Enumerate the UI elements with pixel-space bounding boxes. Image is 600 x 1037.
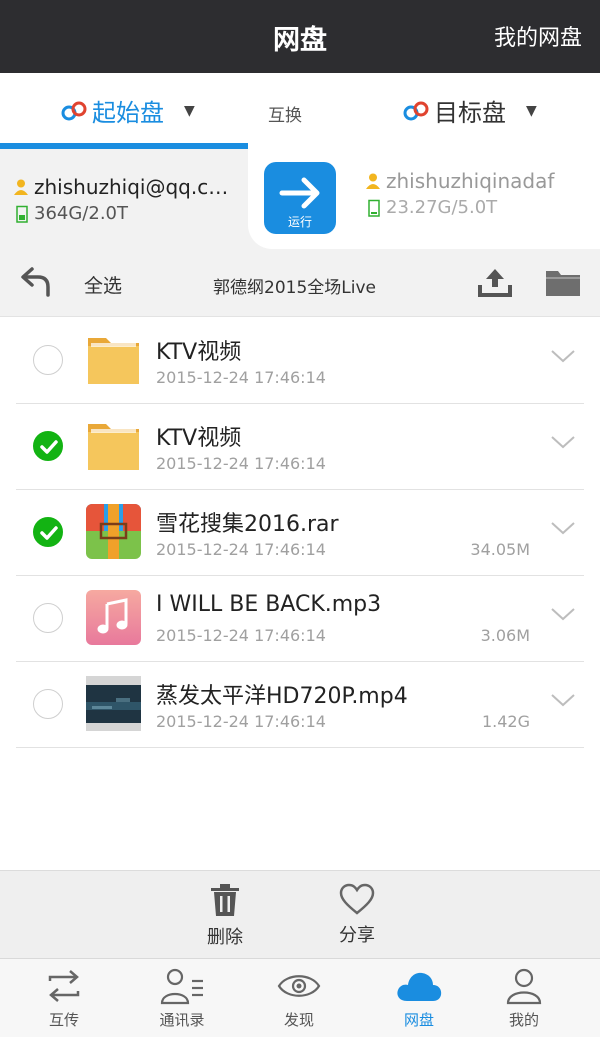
file-date: 2015-12-24 17:46:14 bbox=[156, 712, 326, 731]
checkbox[interactable] bbox=[33, 345, 63, 375]
target-account-name: zhishuzhiqinadaf bbox=[386, 169, 555, 193]
user-icon bbox=[14, 179, 28, 195]
file-list: KTV视频 2015-12-24 17:46:14 KTV视频 2015-12-… bbox=[0, 318, 600, 748]
checkbox-checked[interactable] bbox=[33, 517, 63, 547]
delete-label: 删除 bbox=[207, 927, 243, 948]
file-date: 2015-12-24 17:46:14 bbox=[156, 626, 326, 645]
baidu-cloud-icon bbox=[403, 101, 429, 120]
check-icon bbox=[40, 526, 58, 540]
folder-thumb-icon bbox=[86, 332, 141, 387]
share-label: 分享 bbox=[339, 925, 375, 946]
target-disk-label: 目标盘 bbox=[434, 99, 506, 127]
file-name: KTV视频 bbox=[156, 426, 242, 451]
select-all-button[interactable]: 全选 bbox=[84, 271, 122, 298]
tab-label: 互传 bbox=[48, 1011, 79, 1029]
file-name: 蒸发太平洋HD720P.mp4 bbox=[156, 684, 408, 709]
trash-icon bbox=[211, 884, 239, 916]
source-disk-selector[interactable]: 起始盘 ▼ bbox=[60, 93, 195, 128]
contacts-icon bbox=[160, 968, 203, 1005]
chevron-down-icon[interactable] bbox=[550, 434, 576, 450]
tab-mine[interactable]: 我的 bbox=[484, 967, 564, 1030]
current-folder-path: 郭德纲2015全场Live bbox=[213, 278, 376, 298]
file-row[interactable]: 雪花搜集2016.rar 2015-12-24 17:46:14 34.05M bbox=[16, 490, 584, 576]
file-row[interactable]: I WILL BE BACK.mp3 2015-12-24 17:46:14 3… bbox=[16, 576, 584, 662]
tab-contacts[interactable]: 通讯录 bbox=[142, 967, 222, 1030]
file-size: 34.05M bbox=[470, 540, 530, 559]
arrow-right-icon bbox=[279, 177, 320, 209]
file-size: 3.06M bbox=[480, 626, 530, 645]
tab-bar: 互传 通讯录 发现 网盘 我的 bbox=[0, 958, 600, 1037]
tab-label: 我的 bbox=[508, 1011, 539, 1029]
baidu-cloud-icon bbox=[61, 101, 87, 120]
upload-icon[interactable] bbox=[478, 265, 512, 297]
target-disk-selector[interactable]: 目标盘 ▼ bbox=[402, 93, 537, 128]
chevron-down-icon[interactable] bbox=[550, 606, 576, 622]
caret-down-icon: ▼ bbox=[184, 102, 195, 119]
file-date: 2015-12-24 17:46:14 bbox=[156, 368, 326, 387]
check-icon bbox=[40, 440, 58, 454]
chevron-down-icon[interactable] bbox=[550, 692, 576, 708]
heart-icon bbox=[339, 883, 375, 915]
transfer-icon bbox=[48, 970, 80, 1002]
delete-button[interactable]: 删除 bbox=[195, 883, 255, 949]
source-disk-label: 起始盘 bbox=[92, 99, 164, 127]
cloud-icon bbox=[397, 972, 442, 1001]
swap-button[interactable]: 互换 bbox=[268, 101, 302, 126]
file-name: KTV视频 bbox=[156, 340, 242, 365]
tab-transfer[interactable]: 互传 bbox=[24, 967, 104, 1030]
checkbox[interactable] bbox=[33, 689, 63, 719]
target-capacity: 23.27G/5.0T bbox=[386, 197, 498, 218]
my-disk-link[interactable]: 我的网盘 bbox=[494, 20, 582, 52]
file-row[interactable]: KTV视频 2015-12-24 17:46:14 bbox=[16, 404, 584, 490]
tab-discover[interactable]: 发现 bbox=[259, 967, 339, 1030]
archive-thumb-icon bbox=[86, 504, 141, 559]
chevron-down-icon[interactable] bbox=[550, 348, 576, 364]
tab-label: 通讯录 bbox=[159, 1011, 205, 1029]
source-account-name: zhishuzhiqi@qq.c… bbox=[34, 175, 229, 199]
music-thumb-icon bbox=[86, 590, 141, 645]
chevron-down-icon[interactable] bbox=[550, 520, 576, 536]
top-bar: 网盘 我的网盘 bbox=[0, 0, 600, 73]
disk-selector-row: 起始盘 ▼ 互换 目标盘 ▼ bbox=[0, 73, 600, 149]
battery-icon bbox=[368, 199, 380, 217]
file-row[interactable]: 蒸发太平洋HD720P.mp4 2015-12-24 17:46:14 1.42… bbox=[16, 662, 584, 748]
source-account-card[interactable]: zhishuzhiqi@qq.c… 364G/2.0T bbox=[0, 149, 248, 249]
file-toolbar: 全选 郭德纲2015全场Live bbox=[0, 249, 600, 317]
eye-icon bbox=[277, 975, 321, 997]
selection-action-bar: 删除 分享 bbox=[0, 870, 600, 958]
run-button-label: 运行 bbox=[287, 215, 312, 229]
tab-label: 网盘 bbox=[403, 1011, 434, 1029]
tab-cloud-disk[interactable]: 网盘 bbox=[379, 967, 459, 1030]
video-thumbnail bbox=[86, 676, 141, 731]
file-name: I WILL BE BACK.mp3 bbox=[156, 592, 382, 617]
battery-icon bbox=[16, 205, 28, 223]
run-button[interactable]: 运行 bbox=[264, 162, 336, 234]
checkbox[interactable] bbox=[33, 603, 63, 633]
file-date: 2015-12-24 17:46:14 bbox=[156, 454, 326, 473]
source-capacity: 364G/2.0T bbox=[34, 203, 128, 224]
folder-icon[interactable] bbox=[545, 267, 581, 297]
checkbox-checked[interactable] bbox=[33, 431, 63, 461]
folder-thumb-icon bbox=[86, 418, 141, 473]
file-date: 2015-12-24 17:46:14 bbox=[156, 540, 326, 559]
user-icon bbox=[366, 173, 380, 189]
person-icon bbox=[506, 968, 542, 1005]
share-button[interactable]: 分享 bbox=[327, 883, 387, 947]
back-icon[interactable] bbox=[20, 265, 52, 297]
file-row[interactable]: KTV视频 2015-12-24 17:46:14 bbox=[16, 318, 584, 404]
tab-label: 发现 bbox=[283, 1011, 314, 1029]
caret-down-icon: ▼ bbox=[526, 102, 537, 119]
file-size: 1.42G bbox=[481, 712, 530, 731]
file-name: 雪花搜集2016.rar bbox=[156, 512, 339, 537]
